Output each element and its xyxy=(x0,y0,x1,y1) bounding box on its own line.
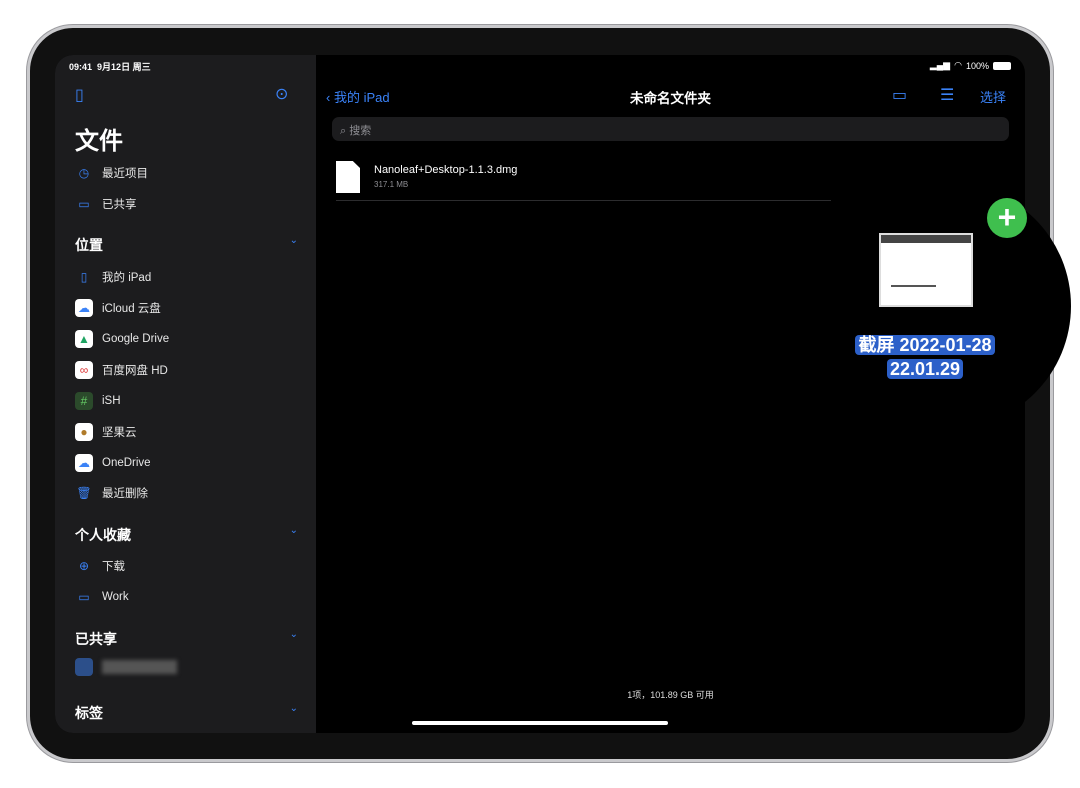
sidebar-item-icloud[interactable]: ☁ iCloud 云盘 xyxy=(75,297,161,319)
sidebar-item-recently-deleted[interactable]: 🗑 最近删除 xyxy=(75,482,148,504)
section-shared[interactable]: 已共享 ⌄ xyxy=(75,629,298,649)
google-drive-icon: ▲ xyxy=(75,330,93,348)
document-icon xyxy=(336,161,360,193)
sidebar-item-my-ipad[interactable]: ▯ 我的 iPad xyxy=(75,266,152,288)
baidu-icon: ∞ xyxy=(75,361,93,379)
clock-icon: ◷ xyxy=(78,166,90,180)
onedrive-icon: ☁ xyxy=(75,454,93,472)
sidebar-toggle-icon[interactable]: ▯ xyxy=(75,85,84,105)
search-icon: ⌕ xyxy=(340,125,347,137)
sidebar-item-ish[interactable]: # iSH xyxy=(75,390,121,412)
folder-title: 未命名文件夹 xyxy=(630,91,711,106)
chevron-down-icon: ⌄ xyxy=(289,525,298,536)
section-tags[interactable]: 标签 ⌄ xyxy=(75,703,298,723)
more-options-icon[interactable]: ⊙ xyxy=(275,84,288,104)
home-indicator[interactable] xyxy=(412,721,668,725)
status-indicators: ▂▄▆ ◠ 100% xyxy=(930,60,1011,71)
status-time: 09:41 9月12日 周三 xyxy=(69,62,151,72)
file-row[interactable]: Nanoleaf+Desktop-1.1.3.dmg 317.1 MB xyxy=(336,161,831,201)
sidebar-item-downloads[interactable]: ⊕ 下载 xyxy=(75,555,125,577)
icloud-icon: ☁ xyxy=(75,299,93,317)
chevron-down-icon: ⌄ xyxy=(289,235,298,246)
search-input[interactable]: ⌕ 搜索 xyxy=(332,117,1009,141)
sidebar-item-onedrive[interactable]: ☁ OneDrive xyxy=(75,452,151,474)
battery-icon xyxy=(993,61,1011,70)
shared-folder-icon: ▭ xyxy=(78,197,90,211)
wifi-icon: ◠ xyxy=(954,60,962,70)
select-button[interactable]: 选择 xyxy=(980,87,1006,106)
globe-icon xyxy=(75,658,93,676)
screenshot-thumbnail[interactable] xyxy=(879,233,973,307)
ish-icon: # xyxy=(75,392,93,410)
list-view-icon[interactable]: ☰ xyxy=(940,85,954,105)
sidebar-item-shared-user-blurred[interactable] xyxy=(75,656,177,678)
sidebar-item-google-drive[interactable]: ▲ Google Drive xyxy=(75,328,169,350)
sidebar-item-baidu[interactable]: ∞ 百度网盘 HD xyxy=(75,359,168,381)
add-plus-icon: + xyxy=(987,198,1027,238)
ipad-icon: ▯ xyxy=(80,270,88,284)
sidebar-item-recents[interactable]: ◷ 最近项目 xyxy=(75,162,148,184)
drag-preview-label: 截屏 2022-01-28 22.01.29 xyxy=(843,333,1007,381)
jianguoyun-icon: ● xyxy=(75,423,93,441)
chevron-down-icon: ⌄ xyxy=(289,703,298,714)
storage-footer: 1项，101.89 GB 可用 xyxy=(627,690,714,700)
sidebar-item-shared[interactable]: ▭ 已共享 xyxy=(75,193,136,215)
sidebar-item-work[interactable]: ▭ Work xyxy=(75,586,128,608)
page-title: 文件 xyxy=(75,128,123,155)
sidebar: 09:41 9月12日 周三 ▯ ⊙ 文件 ◷ 最近项目 ▭ 已共享 位置 ⌄ ▯ 我的… xyxy=(55,55,316,733)
folder-icon: ▭ xyxy=(78,590,90,604)
sidebar-item-jianguoyun[interactable]: ● 坚果云 xyxy=(75,421,137,443)
new-folder-icon[interactable]: ▭ xyxy=(892,85,907,105)
chevron-down-icon: ⌄ xyxy=(289,629,298,640)
download-icon: ⊕ xyxy=(78,559,90,573)
section-favorites[interactable]: 个人收藏 ⌄ xyxy=(75,525,298,545)
signal-icon: ▂▄▆ xyxy=(929,60,951,70)
section-locations[interactable]: 位置 ⌄ xyxy=(75,235,298,255)
trash-icon: 🗑 xyxy=(76,486,92,500)
